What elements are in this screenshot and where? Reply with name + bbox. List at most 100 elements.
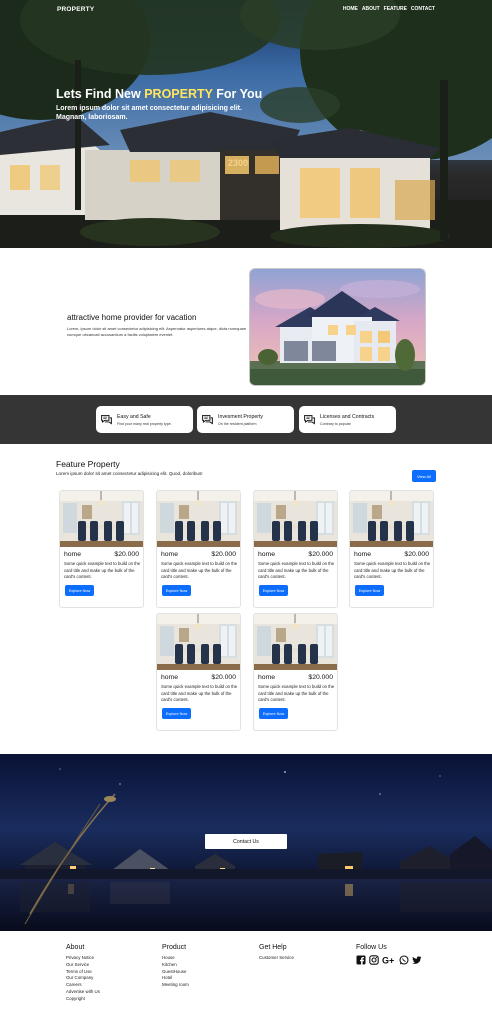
view-all-button[interactable]: View All [412, 470, 436, 482]
explore-now-button[interactable]: Explore Now [355, 585, 384, 596]
footer-about-heading: About [66, 944, 85, 951]
about-house-image [249, 268, 426, 386]
property-card: home $20.000 Some quick example text to bu… [349, 490, 434, 608]
footer-link[interactable]: Copyright [66, 996, 100, 1003]
instagram-icon[interactable] [369, 955, 379, 965]
feature-property-title: Feature Property [56, 459, 120, 469]
property-card-description: Some quick example text to build on the … [258, 684, 335, 702]
footer-link[interactable]: House [162, 955, 189, 962]
footer-link[interactable]: Privacy Notice [66, 955, 100, 962]
footer-link[interactable]: Our Service [66, 962, 100, 969]
social-icons: G+ [356, 955, 422, 965]
nav-about[interactable]: ABOUT [362, 6, 380, 12]
feature-subtitle: Contrary to popular [320, 421, 351, 426]
chat-icon [101, 414, 112, 425]
hero-section: 2300 PROPERTY HOME ABOUT FEATURE CONTACT… [0, 0, 492, 248]
property-card-name: home [64, 551, 82, 558]
property-card-price: $20.000 [211, 551, 236, 558]
property-card: home $20.000 Some quick example text to bu… [156, 613, 241, 731]
feature-property-section: Feature Property Lorem ipsum dolor sit a… [0, 444, 492, 754]
property-card-image [157, 491, 240, 547]
property-card-image [350, 491, 433, 547]
property-card-description: Some quick example text to build on the … [161, 561, 238, 579]
explore-now-button[interactable]: Explore Now [162, 585, 191, 596]
property-card-description: Some quick example text to build on the … [258, 561, 335, 579]
footer-link[interactable]: Advertise with Us [66, 989, 100, 996]
property-card-description: Some quick example text to build on the … [161, 684, 238, 702]
footer-follow-heading: Follow Us [356, 944, 387, 951]
feature-text: Easy and Safe Find your many real proper… [117, 414, 172, 426]
footer-link[interactable]: Careers [66, 982, 100, 989]
footer-product-heading: Product [162, 944, 187, 951]
property-card-name: home [258, 674, 276, 681]
property-card-image [254, 614, 337, 670]
brand-logo[interactable]: PROPERTY [57, 6, 94, 13]
chat-icon [304, 414, 315, 425]
top-navbar: PROPERTY HOME ABOUT FEATURE CONTACT [0, 0, 492, 18]
feature-text: Licenses and Contracts Contrary to popul… [320, 414, 374, 426]
about-text: attractive home provider for vacation Lo… [67, 313, 247, 337]
footer-product-column: Product House Kitchen GuestHouse Hotel M… [162, 944, 189, 989]
property-card-image [254, 491, 337, 547]
footer-link[interactable]: Meeting room [162, 982, 189, 989]
property-card-name: home [354, 551, 372, 558]
explore-now-button[interactable]: Explore Now [65, 585, 94, 596]
footer-follow-column: Follow Us G+ [356, 944, 422, 965]
hero-title-highlight: PROPERTY [144, 87, 213, 101]
property-card: home $20.000 Some quick example text to bu… [59, 490, 144, 608]
property-card-price: $20.000 [211, 674, 236, 681]
svg-text:G+: G+ [382, 956, 394, 966]
footer-link[interactable]: GuestHouse [162, 969, 189, 976]
google-plus-icon[interactable]: G+ [382, 955, 396, 966]
explore-now-button[interactable]: Explore Now [259, 585, 288, 596]
about-section: attractive home provider for vacation Lo… [0, 248, 492, 395]
nav-feature[interactable]: FEATURE [384, 6, 407, 12]
hero-title: Lets Find New PROPERTY For You [56, 87, 262, 101]
features-bar: Easy and Safe Find your many real proper… [0, 395, 492, 444]
property-card-name: home [161, 674, 179, 681]
hero-background-image: 2300 [0, 0, 492, 248]
chat-icon [202, 414, 213, 425]
house-number: 2300 [228, 158, 248, 168]
property-card: home $20.000 Some quick example text to bu… [253, 490, 338, 608]
footer-link[interactable]: Customer Service [259, 955, 294, 962]
footer-link[interactable]: Our Company [66, 975, 100, 982]
feature-property-subtitle: Lorem ipsum dolor sit amet consectetur a… [56, 471, 203, 476]
whatsapp-icon[interactable] [399, 955, 409, 965]
property-card-image [60, 491, 143, 547]
feature-card-investment[interactable]: Invesment Property On the resident platf… [197, 406, 294, 433]
feature-title: Easy and Safe [117, 413, 151, 420]
footer-link[interactable]: Kitchen [162, 962, 189, 969]
nav-contact[interactable]: CONTACT [411, 6, 435, 12]
footer-help-column: Get Help Customer Service [259, 944, 294, 962]
property-card: home $20.000 Some quick example text to bu… [253, 613, 338, 731]
feature-title: Invesment Property [218, 413, 263, 420]
footer-about-column: About Privacy Notice Our Service Terms o… [66, 944, 100, 1003]
explore-now-button[interactable]: Explore Now [162, 708, 191, 719]
property-card-price: $20.000 [308, 674, 333, 681]
feature-card-easy-safe[interactable]: Easy and Safe Find your many real proper… [96, 406, 193, 433]
property-card-name: home [161, 551, 179, 558]
feature-subtitle: On the resident platform [218, 421, 257, 426]
hero-subtitle: Lorem ipsum dolor sit amet consectetur a… [56, 105, 242, 121]
facebook-icon[interactable] [356, 955, 366, 965]
feature-subtitle: Find your many real property type. [117, 421, 172, 426]
property-card-price: $20.000 [308, 551, 333, 558]
feature-text: Invesment Property On the resident platf… [218, 414, 263, 426]
hero-title-suffix: For You [212, 87, 263, 101]
property-card-name: home [258, 551, 276, 558]
footer: About Privacy Notice Our Service Terms o… [0, 931, 492, 1024]
footer-link[interactable]: Terms of Use [66, 969, 100, 976]
hero-title-prefix: Lets Find New [56, 87, 145, 101]
footer-link[interactable]: Hotel [162, 975, 189, 982]
explore-now-button[interactable]: Explore Now [259, 708, 288, 719]
footer-help-heading: Get Help [259, 944, 287, 951]
property-card-price: $20.000 [114, 551, 139, 558]
property-card-description: Some quick example text to build on the … [354, 561, 431, 579]
nav-home[interactable]: HOME [343, 6, 358, 12]
feature-card-licenses[interactable]: Licenses and Contracts Contrary to popul… [299, 406, 396, 433]
hero-text: Lets Find New PROPERTY For You Lorem ips… [56, 87, 262, 122]
twitter-icon[interactable] [412, 955, 422, 965]
contact-section: Contact Us [0, 754, 492, 931]
contact-us-button[interactable]: Contact Us [205, 834, 287, 849]
